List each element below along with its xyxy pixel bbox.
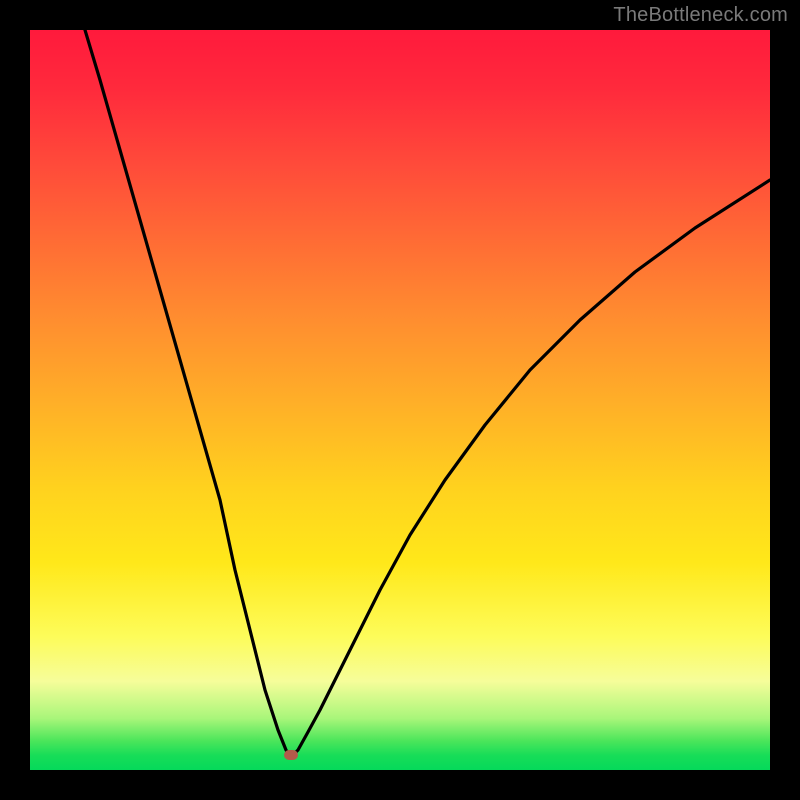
chart-svg — [30, 30, 770, 770]
notch-marker — [284, 750, 298, 760]
bottleneck-curve — [85, 30, 770, 756]
chart-frame: TheBottleneck.com — [0, 0, 800, 800]
attribution-label: TheBottleneck.com — [613, 4, 788, 27]
